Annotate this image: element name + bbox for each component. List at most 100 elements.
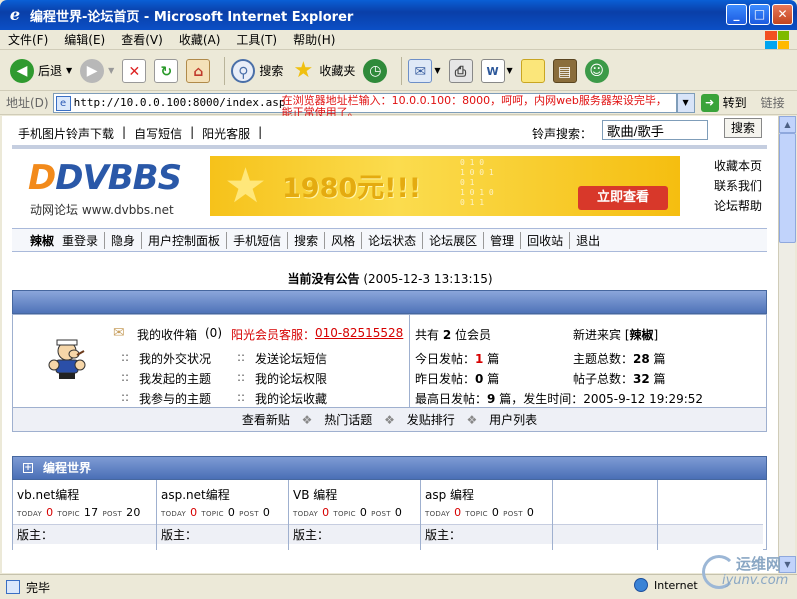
sms-link[interactable]: 自写短信 [134, 125, 182, 142]
vertical-scrollbar[interactable]: ▲ ▼ [778, 116, 796, 573]
nav-username[interactable]: 辣椒 [24, 232, 56, 249]
address-bar: 地址(D) e http://10.0.0.100:8000/index.asp… [0, 91, 797, 118]
forum-section-header[interactable]: + 编程世界 [12, 456, 767, 480]
nav-style[interactable]: 风格 [325, 231, 363, 249]
nav-sms[interactable]: 手机短信 [227, 231, 289, 249]
top-links: 手机图片铃声下载 | 自写短信 | 阳光客服 | [18, 125, 270, 142]
history-button[interactable]: ◷ [363, 58, 388, 83]
refresh-icon: ↻ [154, 58, 179, 83]
edit-button[interactable]: W ▼ [480, 58, 513, 83]
forum-cell: asp.net编程 TODAY 0 TOPIC 0 POST 0 版主： [157, 480, 289, 550]
forward-button[interactable]: ▶ ▼ [80, 58, 114, 83]
forum-moderator: 版主： [289, 524, 420, 544]
nav-recycle-bin[interactable]: 回收站 [521, 231, 571, 249]
search-label: 搜索 [259, 64, 284, 78]
forum-name-link[interactable]: asp 编程 [425, 486, 474, 503]
nav-forum-status[interactable]: 论坛状态 [362, 231, 424, 249]
my-topics-link[interactable]: 我发起的主题 [139, 370, 211, 387]
forward-dropdown-icon[interactable]: ▼ [108, 66, 114, 75]
menu-view[interactable]: 查看(V) [121, 31, 163, 48]
edit-dropdown-icon[interactable]: ▼ [507, 66, 513, 75]
back-button[interactable]: ◀ 后退 ▼ [10, 58, 72, 83]
ring-search-button[interactable]: 搜索 [724, 118, 762, 138]
quick-links: 查看新贴 ❖ 热门话题 ❖ 发贴排行 ❖ 用户列表 [12, 408, 767, 432]
mail-dropdown-icon[interactable]: ▼ [434, 66, 440, 75]
scroll-up-icon[interactable]: ▲ [779, 116, 796, 133]
my-replies-link[interactable]: 我参与的主题 [139, 390, 211, 407]
mail-button[interactable]: ✉ ▼ [408, 58, 441, 83]
favorites-button[interactable]: ★ 收藏夹 [291, 58, 355, 83]
forum-name-link[interactable]: VB 编程 [293, 486, 337, 503]
menu-favorites[interactable]: 收藏(A) [179, 31, 221, 48]
nav-search[interactable]: 搜索 [288, 231, 326, 249]
bookmark-link[interactable]: 收藏本页 [714, 156, 762, 176]
post-ranking-link[interactable]: 发贴排行 [407, 413, 455, 427]
max-posts: 最高日发帖：9 篇，发生时间：2005-9-12 19:29:52 [415, 392, 704, 406]
title-bar: e 编程世界-论坛首页 - Microsoft Internet Explore… [0, 0, 797, 30]
banner-buy-button[interactable]: 立即查看 [578, 186, 668, 210]
inbox-link[interactable]: 我的收件箱 [137, 326, 197, 343]
header-divider [12, 145, 767, 149]
nav-forum-showcase[interactable]: 论坛展区 [423, 231, 485, 249]
stop-icon: ✕ [122, 58, 147, 83]
newest-member-link[interactable]: 辣椒 [630, 328, 654, 342]
my-favorites-link[interactable]: 我的论坛收藏 [255, 390, 327, 407]
address-dropdown-icon[interactable]: ▼ [676, 92, 695, 113]
address-url[interactable]: http://10.0.0.100:8000/index.asp [74, 96, 286, 109]
bullet: :: [121, 350, 130, 364]
menu-edit[interactable]: 编辑(E) [64, 31, 105, 48]
stop-button[interactable]: ✕ [122, 58, 147, 83]
diplomacy-link[interactable]: 我的外交状况 [139, 350, 211, 367]
forum-help-link[interactable]: 论坛帮助 [714, 196, 762, 216]
ring-search-input[interactable] [602, 120, 708, 140]
minimize-button[interactable]: _ [726, 4, 747, 25]
send-sms-link[interactable]: 发送论坛短信 [255, 350, 327, 367]
discuss-button[interactable] [520, 58, 545, 83]
go-arrow-icon: ➜ [700, 93, 719, 112]
address-input[interactable]: e http://10.0.0.100:8000/index.asp 在浏览器地… [52, 92, 677, 118]
close-button[interactable]: ✕ [772, 4, 793, 25]
today-posts: 今日发帖：1 篇 [415, 352, 500, 366]
forum-name-link[interactable]: vb.net编程 [17, 486, 79, 503]
nav-admin[interactable]: 管理 [484, 231, 522, 249]
hot-topics-link[interactable]: 热门话题 [324, 413, 372, 427]
service-phone[interactable]: 010-82515528 [315, 326, 403, 340]
print-button[interactable]: ⎙ [448, 58, 473, 83]
research-button[interactable]: ▤ [552, 58, 577, 83]
forum-name-link[interactable]: asp.net编程 [161, 486, 230, 503]
post-total: 帖子总数：32 篇 [573, 372, 666, 386]
customer-service-link[interactable]: 阳光客服 [202, 125, 250, 142]
windows-logo-icon [765, 31, 789, 49]
maximize-button[interactable]: □ [749, 4, 770, 25]
my-permissions-link[interactable]: 我的论坛权限 [255, 370, 327, 387]
contact-link[interactable]: 联系我们 [714, 176, 762, 196]
status-bar: 完毕 Internet [0, 574, 797, 599]
address-annotation: 在浏览器地址栏输入：10.0.0.100：8000，呵呵，内网web服务器架设完… [281, 93, 667, 119]
menu-file[interactable]: 文件(F) [8, 31, 48, 48]
ringtone-download-link[interactable]: 手机图片铃声下载 [18, 125, 114, 142]
ad-banner[interactable]: ★ 0 1 01 0 0 10 11 0 1 00 1 1 1980元!!! 立… [210, 156, 680, 216]
nav-logout[interactable]: 退出 [570, 232, 606, 249]
announcement: 当前没有公告 (2005-12-3 13:13:15) [2, 270, 778, 287]
expand-icon[interactable]: + [23, 463, 33, 473]
dvbbs-logo[interactable]: DDVBBS 动网论坛 www.dvbbs.net [28, 158, 188, 217]
nav-invisible[interactable]: 隐身 [105, 231, 143, 249]
scroll-thumb[interactable] [779, 133, 796, 243]
back-dropdown-icon[interactable]: ▼ [66, 66, 72, 75]
nav-relogin[interactable]: 重登录 [56, 231, 106, 249]
go-button[interactable]: ➜ 转到 [700, 93, 747, 112]
new-posts-link[interactable]: 查看新贴 [242, 413, 290, 427]
messenger-button[interactable]: ☺ [584, 58, 609, 83]
status-text: 完毕 [26, 580, 51, 595]
search-button[interactable]: ⚲ 搜索 [231, 58, 284, 83]
link-separator: | [258, 125, 263, 139]
bullet: :: [121, 370, 130, 384]
refresh-button[interactable]: ↻ [154, 58, 179, 83]
forum-grid: vb.net编程 TODAY 0 TOPIC 17 POST 20 版主： asp.net… [12, 480, 767, 550]
menu-help[interactable]: 帮助(H) [293, 31, 335, 48]
links-button[interactable]: 链接 [761, 94, 785, 111]
nav-control-panel[interactable]: 用户控制面板 [142, 231, 228, 249]
menu-tools[interactable]: 工具(T) [236, 31, 277, 48]
user-list-link[interactable]: 用户列表 [489, 413, 537, 427]
home-button[interactable]: ⌂ [186, 58, 211, 83]
